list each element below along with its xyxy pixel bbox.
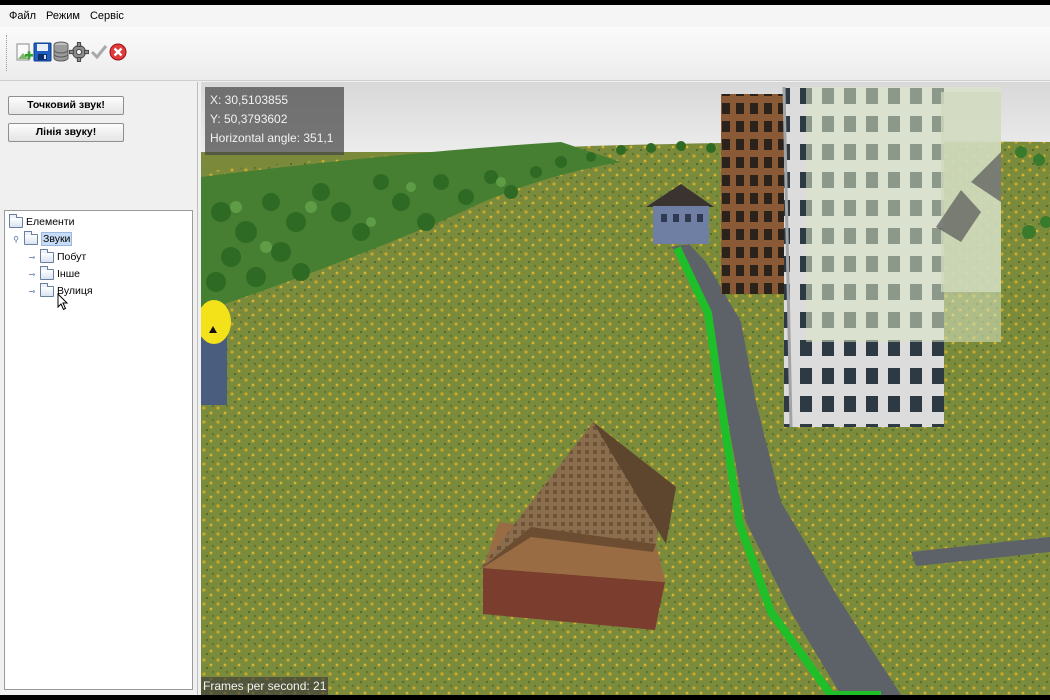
tree-node-other[interactable]: ⊸ Інше bbox=[27, 265, 80, 282]
folder-icon bbox=[24, 230, 38, 245]
mouse-cursor-icon bbox=[57, 293, 69, 311]
expand-icon[interactable]: ⊸ bbox=[27, 286, 37, 296]
folder-icon bbox=[9, 213, 23, 228]
expand-icon[interactable]: ⊸ bbox=[27, 252, 37, 262]
tree-node-sounds[interactable]: ⚲ Звуки bbox=[11, 230, 73, 247]
toolbar bbox=[0, 27, 1050, 81]
gear-icon[interactable] bbox=[69, 40, 89, 64]
left-panel: Точковий звук! Лінія звуку! Елементи ⚲ З… bbox=[0, 82, 198, 695]
expand-icon[interactable]: ⊸ bbox=[27, 269, 37, 279]
tree-label-sounds: Звуки bbox=[41, 232, 73, 246]
folder-icon bbox=[40, 282, 54, 297]
menu-bar: Файл Режим Сервіс bbox=[0, 5, 1050, 27]
elements-tree[interactable]: Елементи ⚲ Звуки ⊸ Побут ⊸ Інше ⊸ Вулиця bbox=[4, 210, 193, 690]
collapse-icon[interactable]: ⚲ bbox=[11, 234, 21, 244]
database-icon[interactable] bbox=[51, 40, 71, 64]
tree-label-household: Побут bbox=[57, 251, 87, 263]
tree-label-elements: Елементи bbox=[26, 216, 75, 228]
menu-service[interactable]: Сервіс bbox=[85, 8, 129, 24]
x-coordinate: X: 30,5103855 bbox=[210, 93, 289, 107]
cancel-icon[interactable] bbox=[108, 40, 128, 64]
check-icon[interactable] bbox=[89, 40, 109, 64]
folder-icon bbox=[40, 265, 54, 280]
tree-node-elements[interactable]: Елементи bbox=[9, 213, 75, 230]
tree-node-household[interactable]: ⊸ Побут bbox=[27, 248, 87, 265]
scene-render bbox=[201, 82, 1050, 695]
3d-viewport[interactable]: X: 30,5103855 Y: 50,3793602 Horizontal a… bbox=[201, 82, 1050, 695]
horizontal-angle: Horizontal angle: 351,1 bbox=[210, 131, 334, 145]
save-icon[interactable] bbox=[33, 40, 53, 64]
app-window: Файл Режим Сервіс Точковий звук! Лінія з… bbox=[0, 5, 1050, 695]
fps-counter: Frames per second: 21 bbox=[201, 677, 329, 695]
sound-line-button[interactable]: Лінія звуку! bbox=[8, 123, 124, 142]
toolbar-grip bbox=[6, 35, 9, 71]
point-sound-button[interactable]: Точковий звук! bbox=[8, 96, 124, 115]
tree-label-other: Інше bbox=[57, 268, 80, 280]
coordinates-overlay: X: 30,5103855 Y: 50,3793602 Horizontal a… bbox=[205, 87, 344, 155]
menu-mode[interactable]: Режим bbox=[41, 8, 85, 24]
y-coordinate: Y: 50,3793602 bbox=[210, 112, 288, 126]
menu-file[interactable]: Файл bbox=[4, 8, 41, 24]
folder-icon bbox=[40, 248, 54, 263]
add-icon[interactable] bbox=[14, 40, 34, 64]
